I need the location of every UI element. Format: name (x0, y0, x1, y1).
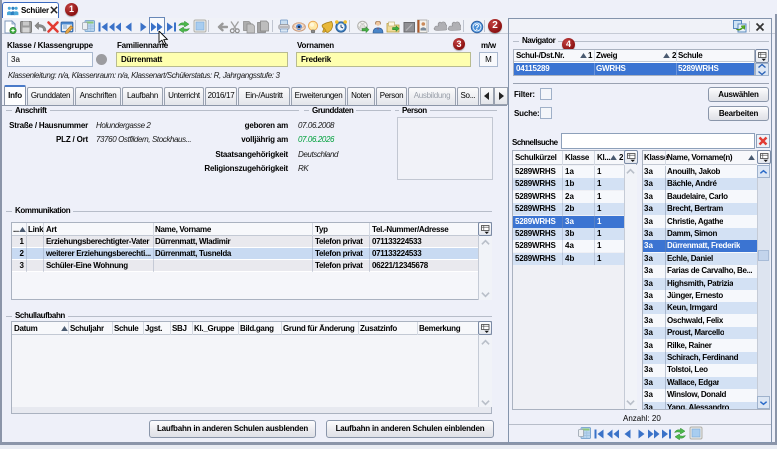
svg-text:?: ? (475, 23, 480, 32)
